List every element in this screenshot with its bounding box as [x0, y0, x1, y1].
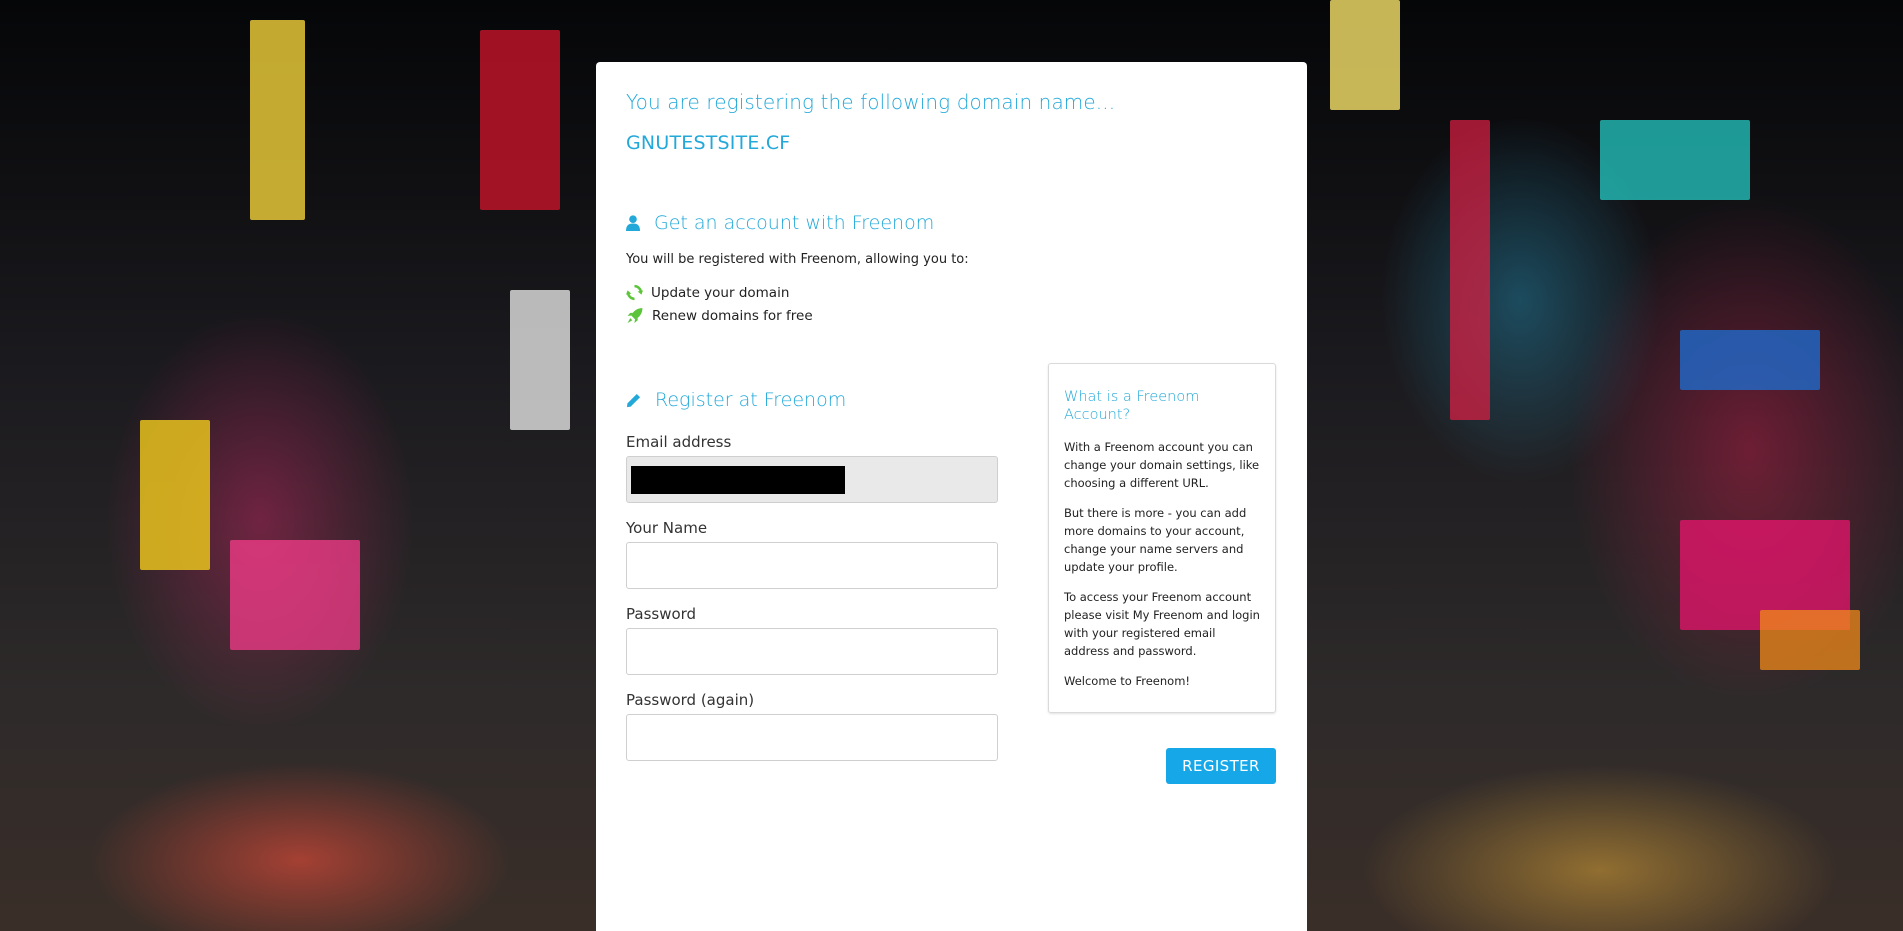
password-again-label: Password (again): [626, 691, 755, 709]
registration-panel: You are registering the following domain…: [596, 62, 1307, 931]
register-button[interactable]: REGISTER: [1166, 748, 1276, 784]
info-paragraph-4: Welcome to Freenom!: [1064, 674, 1191, 688]
register-row: Register at Freenom Email address Your N…: [626, 363, 1277, 784]
benefits-list: Update your domain Renew domains for fre…: [626, 281, 1277, 327]
name-label: Your Name: [626, 519, 708, 537]
info-box: What is a Freenom Account? With a Freeno…: [1048, 363, 1276, 713]
refresh-icon: [626, 284, 643, 301]
list-item: Update your domain: [626, 281, 1277, 304]
redacted-email-value: [631, 466, 845, 494]
register-form: Register at Freenom Email address Your N…: [626, 389, 998, 784]
benefit-label: Renew domains for free: [652, 307, 813, 324]
register-section-title: Register at Freenom: [626, 389, 998, 411]
password-input[interactable]: [626, 628, 998, 675]
rocket-icon: [626, 307, 644, 324]
domain-name: GNUTESTSITE.CF: [626, 132, 791, 154]
user-icon: [626, 215, 640, 231]
info-title: What is a Freenom Account?: [1064, 389, 1200, 423]
email-label: Email address: [626, 433, 732, 451]
info-paragraph-1: With a Freenom account you can change yo…: [1064, 440, 1260, 490]
email-field[interactable]: [626, 456, 998, 503]
account-title-text: Get an account with Freenom: [654, 212, 935, 234]
list-item: Renew domains for free: [626, 304, 1277, 327]
account-section-title: Get an account with Freenom: [626, 212, 1277, 234]
info-paragraph-3: To access your Freenom account please vi…: [1064, 590, 1260, 658]
register-title-text: Register at Freenom: [655, 389, 847, 411]
registering-lead-text: You are registering the following domain…: [626, 90, 1116, 114]
info-column: What is a Freenom Account? With a Freeno…: [1048, 363, 1276, 784]
info-paragraph-2: But there is more - you can add more dom…: [1064, 506, 1247, 574]
account-intro-text: You will be registered with Freenom, all…: [626, 252, 969, 267]
benefit-label: Update your domain: [651, 284, 790, 301]
name-input[interactable]: [626, 542, 998, 589]
pencil-icon: [626, 393, 641, 408]
password-again-input[interactable]: [626, 714, 998, 761]
password-label: Password: [626, 605, 697, 623]
